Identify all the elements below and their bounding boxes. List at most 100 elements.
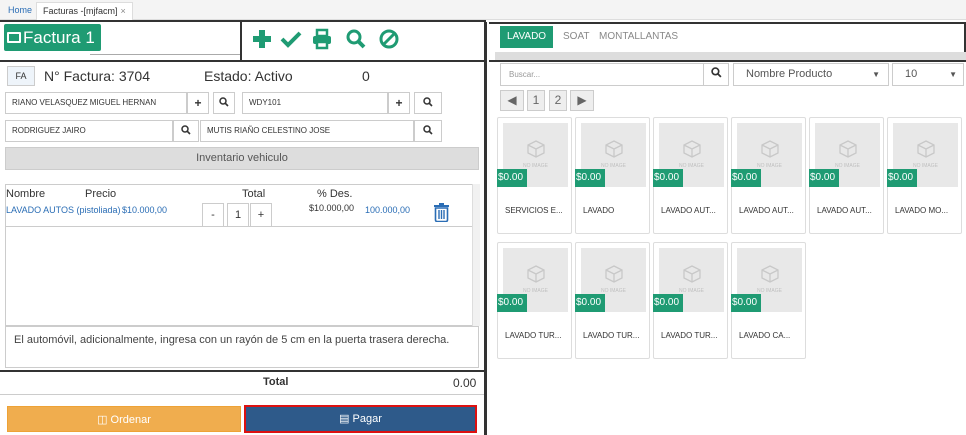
order-button[interactable]: ◫ Ordenar (7, 406, 241, 432)
col-header-total: Total (242, 188, 266, 200)
col-header-discount: % Des. (317, 188, 353, 200)
product-price: $0.00 (653, 169, 683, 187)
product-card[interactable]: NO IMAGE $0.00 LAVADO AUT... (653, 117, 728, 234)
product-card[interactable]: NO IMAGE $0.00 LAVADO (575, 117, 650, 234)
product-name: LAVADO CA... (739, 331, 791, 340)
tab-lavado[interactable]: LAVADO (500, 26, 554, 48)
page-size-value: 10 (905, 68, 918, 80)
product-price: $0.00 (497, 294, 527, 312)
qty-input[interactable]: 1 (227, 203, 249, 227)
cancel-icon[interactable] (378, 27, 400, 51)
search-seller-button[interactable] (173, 120, 199, 142)
search-icon[interactable] (345, 27, 367, 51)
pay-button[interactable]: ▤ Pagar (244, 405, 477, 433)
client-field[interactable]: RIANO VELASQUEZ MIGUEL HERNAN (5, 92, 187, 114)
box-icon (527, 140, 545, 158)
product-name: LAVADO MO... (895, 206, 949, 215)
qty-increase-button[interactable]: + (250, 203, 272, 227)
item-total: $10.000,00 (309, 203, 355, 213)
box-icon (527, 265, 545, 283)
product-search-button[interactable] (703, 63, 729, 86)
tab-facturas[interactable]: Facturas -[mjfacm] × (36, 2, 133, 20)
product-price: $0.00 (731, 294, 761, 312)
seller-field[interactable]: RODRIGUEZ JAIRO (5, 120, 173, 142)
divider (0, 370, 484, 372)
tabs-scrollbar[interactable] (495, 52, 966, 60)
tab-bar: Home Facturas -[mjfacm] × (0, 0, 966, 20)
tab-home[interactable]: Home (2, 2, 38, 20)
product-price: $0.00 (497, 169, 527, 187)
check-icon[interactable] (280, 27, 302, 51)
box-icon (683, 265, 701, 283)
product-price: $0.00 (653, 294, 683, 312)
product-name: LAVADO AUT... (739, 206, 794, 215)
product-name: LAVADO TUR... (505, 331, 562, 340)
next-page-button[interactable]: ▶ (570, 90, 594, 111)
box-icon (839, 140, 857, 158)
print-icon[interactable] (311, 27, 333, 51)
add-client-button[interactable]: + (187, 92, 209, 114)
qty-decrease-button[interactable]: - (202, 203, 224, 227)
card-icon (7, 32, 21, 43)
divider (0, 394, 484, 395)
chevron-down-icon: ▼ (949, 70, 957, 79)
product-card[interactable]: NO IMAGE $0.00 LAVADO AUT... (731, 117, 806, 234)
product-name: SERVICIOS E... (505, 206, 563, 215)
plate-field[interactable]: WDY101 (242, 92, 388, 114)
product-card[interactable]: NO IMAGE $0.00 LAVADO CA... (731, 242, 806, 359)
doc-type-badge[interactable]: FA (7, 66, 35, 86)
search-client-button[interactable] (213, 92, 235, 114)
box-icon (683, 140, 701, 158)
item-price: $10.000,00 (122, 205, 168, 215)
add-icon[interactable] (251, 27, 273, 51)
prev-page-button[interactable]: ◀ (500, 90, 524, 111)
tab-montallantas[interactable]: MONTALLANTAS (592, 26, 685, 48)
product-card[interactable]: NO IMAGE $0.00 LAVADO MO... (887, 117, 962, 234)
card-icon: ▤ (339, 413, 353, 425)
item-name: LAVADO AUTOS (pistoliada) (6, 205, 121, 215)
order-button-label: Ordenar (110, 414, 151, 426)
chevron-down-icon: ▼ (872, 70, 880, 79)
trash-icon[interactable] (433, 203, 450, 223)
product-card[interactable]: NO IMAGE $0.00 LAVADO TUR... (497, 242, 572, 359)
product-name: LAVADO (583, 206, 615, 215)
product-card[interactable]: NO IMAGE $0.00 LAVADO TUR... (653, 242, 728, 359)
sort-select[interactable]: Nombre Producto ▼ (733, 63, 889, 86)
tab-facturas-label: Facturas -[mjfacm] (43, 6, 118, 16)
page-1-button[interactable]: 1 (527, 90, 545, 111)
search-operator-button[interactable] (414, 120, 442, 142)
col-header-price: Precio (85, 188, 117, 200)
invoice-title-text: Factura 1 (23, 28, 95, 47)
page-size-select[interactable]: 10 ▼ (892, 63, 964, 86)
page-2-button[interactable]: 2 (549, 90, 567, 111)
item-discount[interactable]: 100.000,00 (365, 205, 410, 215)
add-plate-button[interactable]: + (388, 92, 410, 114)
product-card[interactable]: NO IMAGE $0.00 SERVICIOS E... (497, 117, 572, 234)
product-price: $0.00 (809, 169, 839, 187)
operator-field[interactable]: MUTIS RIAÑO CELESTINO JOSE (200, 120, 414, 142)
notes-textarea[interactable]: El automóvil, adicionalmente, ingresa co… (5, 326, 479, 368)
sort-select-value: Nombre Producto (746, 68, 833, 80)
tab-soat[interactable]: SOAT (556, 26, 596, 48)
box-icon (917, 140, 935, 158)
vehicle-inventory-button[interactable]: Inventario vehiculo (5, 147, 479, 170)
product-name: LAVADO TUR... (583, 331, 640, 340)
col-header-name: Nombre (6, 188, 46, 200)
product-card[interactable]: NO IMAGE $0.00 LAVADO AUT... (809, 117, 884, 234)
product-name: LAVADO AUT... (661, 206, 716, 215)
product-price: $0.00 (575, 294, 605, 312)
invoice-status: Estado: Activo (204, 68, 293, 84)
close-icon[interactable]: × (121, 6, 126, 16)
basket-icon: ◫ (97, 414, 111, 426)
pay-button-label: Pagar (352, 413, 382, 425)
box-icon (605, 140, 623, 158)
invoice-title: Factura 1 (4, 24, 101, 51)
total-label: Total (263, 376, 289, 388)
product-price: $0.00 (731, 169, 761, 187)
list-scrollbar[interactable] (472, 184, 480, 326)
product-card[interactable]: NO IMAGE $0.00 LAVADO TUR... (575, 242, 650, 359)
search-plate-button[interactable] (414, 92, 442, 114)
total-value: 0.00 (453, 376, 477, 390)
invoice-count: 0 (362, 68, 370, 84)
product-search-input[interactable]: Buscar... (500, 63, 704, 86)
